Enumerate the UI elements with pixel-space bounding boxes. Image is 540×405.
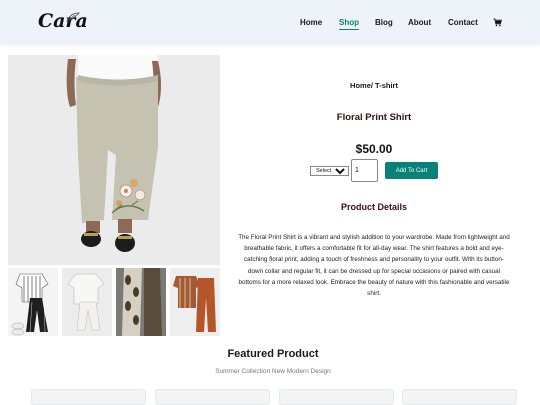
main-nav: Home Shop Blog About Contact — [0, 18, 540, 32]
breadcrumb[interactable]: Home/ T-shirt — [310, 81, 438, 90]
nav-about[interactable]: About — [408, 18, 431, 27]
nav-contact[interactable]: Contact — [448, 18, 478, 27]
nav-home[interactable]: Home — [300, 18, 322, 27]
featured-subtitle: Summer Collection New Modern Design — [215, 368, 331, 375]
thumbnail-4[interactable] — [170, 268, 220, 336]
featured-card-4[interactable] — [402, 389, 517, 405]
product-description: The Floral Print Shirt is a vibrant and … — [238, 234, 510, 298]
header: Cara Home Shop Blog About Contact — [0, 0, 540, 44]
product-title: Floral Print Shirt — [336, 112, 412, 123]
product-details-heading: Product Details — [340, 202, 407, 212]
product-main-image — [8, 55, 220, 265]
thumbnail-1[interactable] — [8, 268, 58, 336]
nav-blog[interactable]: Blog — [375, 18, 393, 27]
product-price: $50.00 — [355, 142, 393, 156]
featured-card-3[interactable] — [279, 389, 394, 405]
cart-icon[interactable] — [493, 18, 502, 27]
nav-shop[interactable]: Shop — [339, 18, 359, 30]
thumbnail-strip — [8, 268, 220, 336]
thumbnail-2[interactable] — [62, 268, 112, 336]
featured-card-1[interactable] — [31, 389, 146, 405]
quantity-input[interactable] — [351, 159, 378, 182]
thumbnail-3[interactable] — [116, 268, 166, 336]
add-to-cart-button[interactable]: Add To Cart — [385, 162, 438, 179]
featured-title: Featured Product — [227, 348, 319, 360]
featured-card-2[interactable] — [155, 389, 270, 405]
size-select[interactable]: Select Size — [310, 166, 349, 176]
